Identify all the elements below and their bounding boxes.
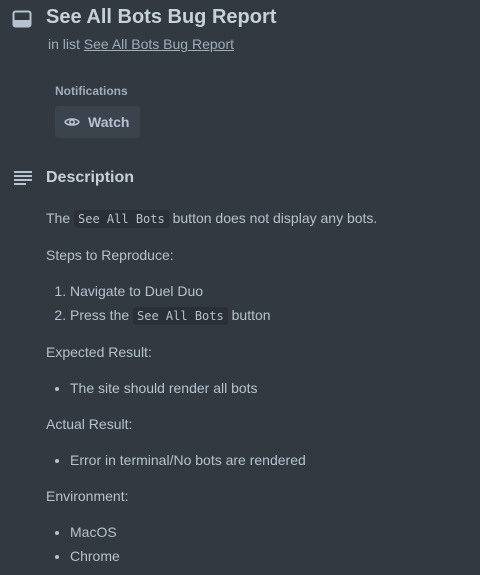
actual-heading: Actual Result: [46,416,133,432]
steps-heading: Steps to Reproduce: [46,247,174,263]
description-intro: The See All Bots button does not display… [46,206,466,231]
environment-list: MacOS Chrome [46,520,466,568]
environment-heading: Environment: [46,488,129,504]
step2-text-after: button [231,307,271,323]
card-title[interactable]: See All Bots Bug Report [46,6,276,29]
card-detail-panel: See All Bots Bug Report in list See All … [0,0,480,575]
description-heading: Description [46,169,135,186]
list-link[interactable]: See All Bots Bug Report [84,36,234,52]
list-item: Error in terminal/No bots are rendered [70,448,466,472]
description-body[interactable]: The See All Bots button does not display… [46,206,466,575]
eye-icon [64,118,80,126]
in-list-prefix: in list [48,36,80,52]
step2-text-before: Press the [70,307,130,323]
list-item: Chrome [70,544,466,568]
watch-label: Watch [88,114,130,130]
list-item: The site should render all bots [70,376,466,400]
expected-list: The site should render all bots [46,376,466,400]
in-list-line: in list See All Bots Bug Report [48,36,234,52]
list-item: Navigate to Duel Duo [70,279,466,303]
steps-list: Navigate to Duel Duo Press the See All B… [46,279,466,328]
card-icon [12,10,32,28]
intro-text-after: button does not display any bots. [172,210,378,226]
step2-code: See All Bots [133,307,228,325]
actual-list: Error in terminal/No bots are rendered [46,448,466,472]
watch-button[interactable]: Watch [55,106,140,138]
description-lines-icon [14,171,32,185]
intro-text-before: The [46,210,71,226]
notifications-label: Notifications [55,84,128,98]
list-item: MacOS [70,520,466,544]
list-item: Press the See All Bots button [70,303,466,328]
expected-heading: Expected Result: [46,344,152,360]
intro-code: See All Bots [74,210,169,228]
